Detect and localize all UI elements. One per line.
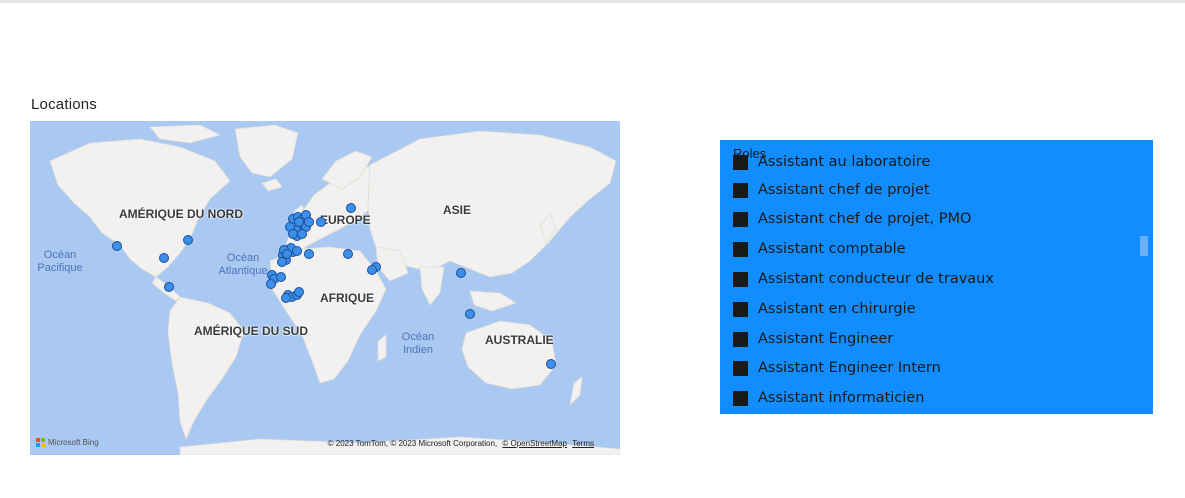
checkbox-icon[interactable]: [733, 211, 748, 227]
location-marker[interactable]: [288, 229, 298, 239]
label-pacific-ocean: Océan Pacifique: [37, 249, 83, 274]
location-marker[interactable]: [159, 253, 169, 263]
location-marker[interactable]: [294, 217, 304, 227]
location-marker[interactable]: [465, 309, 475, 319]
label-south-america: AMÉRIQUE DU SUD: [194, 324, 309, 338]
slicer-item[interactable]: Assistant Engineer Intern: [733, 357, 941, 379]
microsoft-logo-icon: [36, 438, 45, 447]
location-marker[interactable]: [297, 229, 307, 239]
openstreetmap-link[interactable]: © OpenStreetMap: [502, 439, 567, 448]
checkbox-icon[interactable]: [733, 360, 748, 376]
checkbox-icon[interactable]: [733, 182, 748, 198]
location-marker[interactable]: [277, 257, 287, 267]
south-america-landmass: [167, 296, 245, 441]
slicer-item-label: Assistant Engineer Intern: [758, 360, 941, 376]
location-marker[interactable]: [164, 282, 174, 292]
location-marker[interactable]: [316, 217, 326, 227]
terms-link[interactable]: Terms: [572, 439, 594, 448]
label-asia: ASIE: [443, 203, 472, 217]
slicer-item-label: Assistant en chirurgie: [758, 301, 916, 317]
location-marker[interactable]: [546, 359, 556, 369]
slicer-title: Roles: [733, 146, 767, 161]
india-landmass: [419, 266, 445, 306]
label-europe: EUROPE: [320, 213, 371, 227]
location-marker[interactable]: [304, 217, 314, 227]
slicer-item[interactable]: Assistant chef de projet: [733, 179, 930, 201]
new-zealand-landmass: [569, 376, 583, 407]
label-indian-ocean: Océan Indien: [401, 331, 435, 356]
slicer-item-label: Assistant informaticien: [758, 390, 925, 406]
location-marker[interactable]: [281, 293, 291, 303]
label-africa: AFRIQUE: [320, 291, 374, 305]
slicer-item[interactable]: Assistant Engineer: [733, 328, 893, 350]
checkbox-icon[interactable]: [733, 271, 748, 287]
attribution-text: © 2023 TomTom, © 2023 Microsoft Corporat…: [327, 439, 498, 448]
asia-landmass: [367, 130, 617, 278]
slicer-scrollbar[interactable]: [1140, 236, 1148, 256]
location-marker[interactable]: [183, 235, 193, 245]
greenland-landmass: [234, 124, 299, 178]
slicer-item[interactable]: Assistant chef de projet, PMO: [733, 208, 971, 230]
australia-landmass: [461, 320, 557, 390]
arctic-islands-landmass: [149, 124, 222, 144]
location-marker[interactable]: [112, 241, 122, 251]
location-marker[interactable]: [294, 287, 304, 297]
location-marker[interactable]: [367, 265, 377, 275]
checkbox-icon[interactable]: [733, 331, 748, 347]
map-attribution: © 2023 TomTom, © 2023 Microsoft Corporat…: [328, 439, 594, 448]
location-marker[interactable]: [343, 249, 353, 259]
locations-map[interactable]: AMÉRIQUE DU NORD EUROPE ASIE AFRIQUE AMÉ…: [30, 121, 620, 455]
slicer-item[interactable]: Assistant informaticien: [733, 387, 924, 409]
southeast-asia-landmass: [469, 290, 517, 312]
location-marker[interactable]: [304, 249, 314, 259]
slicer-item-label: Assistant chef de projet: [758, 182, 930, 198]
label-north-america: AMÉRIQUE DU NORD: [119, 207, 244, 221]
location-marker[interactable]: [292, 246, 302, 256]
slicer-item[interactable]: Assistant comptable: [733, 238, 906, 260]
location-marker[interactable]: [456, 268, 466, 278]
madagascar-landmass: [377, 334, 387, 362]
slicer-item-label: Assistant chef de projet, PMO: [758, 211, 972, 227]
slicer-item-label: Assistant conducteur de travaux: [758, 271, 994, 287]
slicer-item-label: Assistant comptable: [758, 241, 906, 257]
bing-logo: Microsoft Bing: [36, 438, 99, 447]
location-marker[interactable]: [346, 203, 356, 213]
checkbox-icon[interactable]: [733, 301, 748, 317]
location-marker[interactable]: [266, 279, 276, 289]
slicer-item[interactable]: Assistant en chirurgie: [733, 298, 916, 320]
slicer-item[interactable]: Assistant conducteur de travaux: [733, 268, 994, 290]
world-map-base: [49, 124, 620, 455]
top-border: [0, 0, 1185, 3]
slicer-item-label: Assistant au laboratoire: [758, 154, 931, 170]
iceland-landmass: [261, 178, 283, 192]
bing-logo-text: Microsoft Bing: [48, 438, 99, 447]
map-title: Locations: [31, 96, 98, 113]
checkbox-icon[interactable]: [733, 241, 748, 257]
label-australia: AUSTRALIE: [485, 333, 554, 347]
roles-slicer[interactable]: Roles Assistant au laboratoire Assistant…: [720, 140, 1153, 414]
location-marker[interactable]: [276, 272, 286, 282]
checkbox-icon[interactable]: [733, 390, 748, 406]
slicer-item-label: Assistant Engineer: [758, 331, 894, 347]
